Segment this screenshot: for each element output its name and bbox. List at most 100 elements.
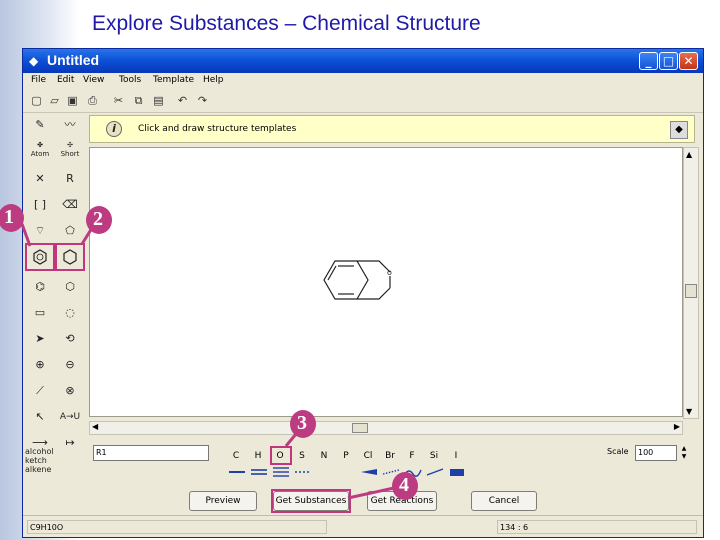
scale-label: Scale [607,447,629,456]
print-icon[interactable]: ⎙ [85,93,100,108]
title-bar[interactable]: ◆ Untitled _ □ ✕ [23,49,703,73]
dashed-ring-icon[interactable]: ⬡ [57,275,83,299]
app-icon: ◆ [29,54,39,68]
ring-r-tool[interactable]: R [57,167,83,191]
callout-4-number: 4 [399,474,409,496]
scroll-right-icon[interactable]: ▶ [674,422,680,431]
scroll-down-icon[interactable]: ▼ [686,407,692,416]
menu-edit[interactable]: Edit [57,75,74,85]
tool-palette: ✎ 〰 ✤ Atom ✣ Short ✕ R [ ] ⌫ ⌔ ⬠ ⌬ ⬡ ▭ ◌ ➤… [25,113,87,463]
element-br[interactable]: Br [381,449,399,463]
undo-icon[interactable]: ↶ [175,93,190,108]
horizontal-scroll-thumb[interactable] [352,423,368,433]
callout-2-number: 2 [93,208,103,230]
close-button[interactable]: ✕ [679,52,698,70]
scale-spinner-icon[interactable]: ▲ ▼ [679,445,689,461]
element-f[interactable]: F [403,449,421,463]
mapping-icon[interactable]: ↦ [57,431,83,455]
redo-icon[interactable]: ↷ [195,93,210,108]
cut-icon[interactable]: ✂ [111,93,126,108]
drawing-canvas[interactable]: o [89,147,683,417]
oxygen-atom-label: o [387,268,392,277]
callout-3-pointer [284,433,298,447]
status-bar: C9H10O 134 : 6 [23,515,703,537]
element-cl[interactable]: Cl [359,449,377,463]
wedge-bond-icon[interactable] [359,465,379,479]
name-field[interactable]: R1 [93,445,209,461]
callout-3-number: 3 [297,412,307,434]
element-c[interactable]: C [227,449,245,463]
app-window: ◆ Untitled _ □ ✕ File Edit View Tools Te… [22,48,704,538]
molecule-structure: o [323,260,392,300]
element-si[interactable]: Si [425,449,443,463]
vertical-scrollbar[interactable]: ▲ ▼ [683,147,699,419]
vertical-scroll-thumb[interactable] [685,284,697,298]
info-text: Click and draw structure templates [138,124,297,134]
element-p[interactable]: P [337,449,355,463]
any-bond-icon[interactable] [447,465,467,479]
horizontal-scrollbar[interactable]: ◀ ▶ [89,421,683,435]
callout-4-pointer [347,486,395,500]
short-tool[interactable]: ✣ Short [57,141,83,165]
menu-tools[interactable]: Tools [119,75,141,85]
dashed-bond-icon[interactable] [293,465,313,479]
menu-view[interactable]: View [83,75,104,85]
double-bond-icon[interactable] [249,465,269,479]
copy-icon[interactable]: ⧉ [131,93,146,108]
scale-field[interactable]: 100 [635,445,677,461]
menu-help[interactable]: Help [203,75,224,85]
save-icon[interactable]: ▣ [65,93,80,108]
palette-text-1: alcohol [25,447,54,456]
select-arrow-icon[interactable]: ➤ [27,327,53,351]
plus-charge-icon[interactable]: ⊕ [27,353,53,377]
palette-text-3: alkene [25,465,52,474]
callout-1-pointer [20,223,32,247]
delete-icon[interactable]: ✕ [27,167,53,191]
info-options-icon[interactable]: ◆ [670,121,688,139]
palette-text-2: ketch [25,456,47,465]
highlight-box-4 [271,489,351,513]
stereo-bond-icon[interactable] [425,465,445,479]
callout-1-number: 1 [4,206,14,228]
atom-tool[interactable]: ✤ Atom [27,141,53,165]
scroll-left-icon[interactable]: ◀ [92,422,98,431]
element-s[interactable]: S [293,449,311,463]
slide-title: Explore Substances – Chemical Structure [92,12,481,35]
minimize-button[interactable]: _ [639,52,658,70]
triple-bond-icon[interactable] [271,465,291,479]
window-title: Untitled [47,52,100,68]
rotate-icon[interactable]: ⟲ [57,327,83,351]
bracket-tool[interactable]: [ ] [27,193,53,217]
element-h[interactable]: H [249,449,267,463]
lasso-icon[interactable]: ◌ [57,301,83,325]
cancel-button[interactable]: Cancel [471,491,537,511]
pointer-icon[interactable]: ↖ [27,405,53,429]
bond-delete-icon[interactable]: ⊗ [57,379,83,403]
pencil-icon[interactable]: ✎ [27,113,53,137]
lasso-rect-icon[interactable]: ▭ [27,301,53,325]
new-icon[interactable]: ▢ [29,93,44,108]
minus-charge-icon[interactable]: ⊖ [57,353,83,377]
element-n[interactable]: N [315,449,333,463]
highlight-box-2 [55,243,85,271]
maximize-button[interactable]: □ [659,52,678,70]
menu-bar: File Edit View Tools Template Help [23,73,703,89]
menu-file[interactable]: File [31,75,46,85]
single-bond-icon[interactable] [227,465,247,479]
bond-break-icon[interactable]: ⟋ [27,379,53,403]
scroll-up-icon[interactable]: ▲ [686,150,692,159]
chain-icon[interactable]: 〰 [57,113,83,137]
transform-tool[interactable]: A→U [57,405,83,429]
eraser-icon[interactable]: ⌫ [57,193,83,217]
element-i[interactable]: I [447,449,465,463]
preview-button[interactable]: Preview [189,491,257,511]
callout-2-pointer [80,227,94,245]
coords-status: 134 : 6 [497,520,697,534]
ring-template-icon[interactable]: ⌬ [27,275,53,299]
paste-icon[interactable]: ▤ [151,93,166,108]
open-icon[interactable]: ▱ [47,93,62,108]
toolbar: ▢ ▱ ▣ ⎙ ✂ ⧉ ▤ ↶ ↷ [23,89,703,113]
formula-status: C9H10O [27,520,327,534]
menu-template[interactable]: Template [153,75,194,85]
info-bar: i Click and draw structure templates ◆ [89,115,695,143]
